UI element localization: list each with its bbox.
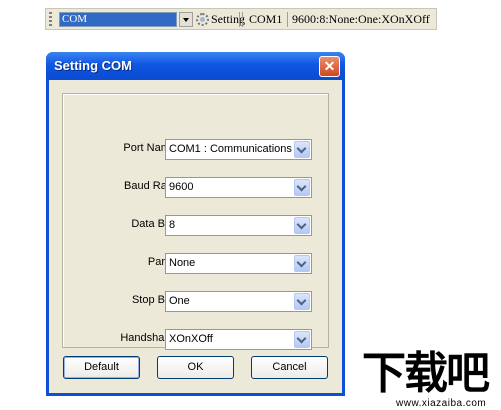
setting-button[interactable]: Setting: [196, 11, 245, 28]
settings-group-box: Port Name COM1 : Communications Port Bau…: [62, 93, 329, 350]
chevron-down-icon[interactable]: [294, 255, 310, 272]
dialog-client-area: Port Name COM1 : Communications Port Bau…: [49, 80, 342, 393]
port-name-row: Port Name COM1 : Communications Port: [63, 139, 328, 160]
port-name-select[interactable]: COM1 : Communications Port: [165, 139, 312, 160]
parity-select[interactable]: None: [165, 253, 312, 274]
chevron-down-icon[interactable]: [294, 293, 310, 310]
port-name-value: COM1 : Communications Port: [169, 143, 293, 155]
close-icon[interactable]: ✕: [319, 56, 340, 77]
toolbar-separator: [242, 12, 243, 27]
watermark: 下载吧 www.xiazaiba.com: [360, 350, 501, 410]
handshake-value: XOnXOff: [169, 333, 213, 345]
watermark-logo: 下载吧: [362, 348, 490, 399]
data-bits-row: Data Bits 8: [63, 215, 328, 236]
setting-com-dialog: Setting COM ✕ Port Name COM1 : Communica…: [46, 52, 345, 396]
port-select[interactable]: COM: [59, 12, 177, 27]
dialog-title: Setting COM: [54, 58, 132, 73]
parity-value: None: [169, 257, 196, 269]
toolbar-separator: [287, 12, 288, 27]
default-button[interactable]: Default: [63, 356, 140, 379]
parity-row: Parity None: [63, 253, 328, 274]
dialog-titlebar[interactable]: Setting COM ✕: [46, 52, 345, 80]
stop-bits-select[interactable]: One: [165, 291, 312, 312]
chevron-down-icon[interactable]: [294, 179, 310, 196]
stop-bits-row: Stop Bits One: [63, 291, 328, 312]
handshake-select[interactable]: XOnXOff: [165, 329, 312, 350]
data-bits-value: 8: [169, 219, 176, 231]
watermark-url: www.xiazaiba.com: [396, 398, 487, 409]
data-bits-select[interactable]: 8: [165, 215, 312, 236]
chevron-down-icon[interactable]: [294, 331, 310, 348]
toolbar-grip[interactable]: [49, 12, 52, 26]
stop-bits-value: One: [169, 295, 190, 307]
cancel-button[interactable]: Cancel: [251, 356, 328, 379]
com-toolbar: COM Setting COM1 9600:8:None:One:XOnXOff: [45, 8, 437, 30]
toolbar-separator: [239, 12, 240, 27]
current-config-label: 9600:8:None:One:XOnXOff: [292, 12, 430, 26]
chevron-down-icon[interactable]: [294, 217, 310, 234]
chevron-down-icon[interactable]: [294, 141, 310, 158]
handshake-row: Handshake XOnXOff: [63, 329, 328, 350]
baud-rate-select[interactable]: 9600: [165, 177, 312, 198]
baud-rate-value: 9600: [169, 181, 194, 193]
current-port-label: COM1: [249, 12, 283, 26]
gear-icon: [196, 13, 209, 26]
port-select-dropdown-arrow-icon[interactable]: [179, 12, 193, 27]
baud-rate-row: Baud Rate 9600: [63, 177, 328, 198]
ok-button[interactable]: OK: [157, 356, 234, 379]
